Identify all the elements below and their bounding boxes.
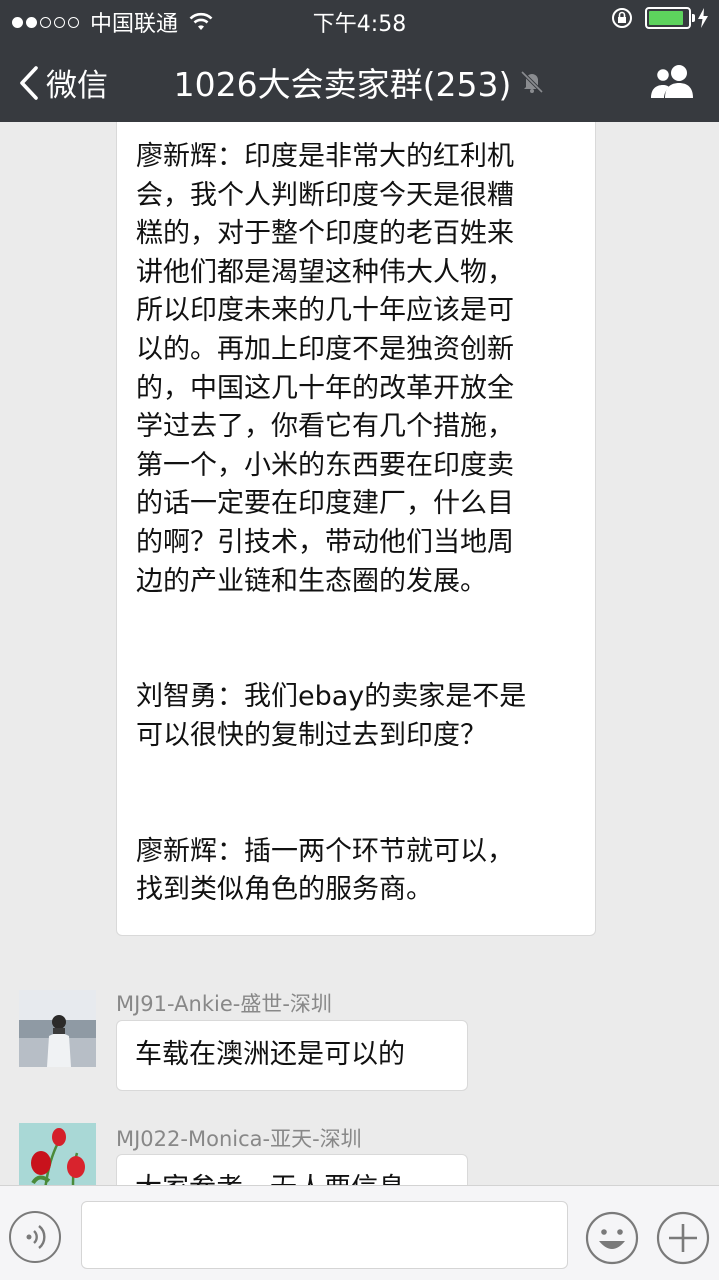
status-right [611,7,709,29]
sender-name: MJ022-Monica-亚天-深圳 [116,1127,362,1151]
input-bar [0,1185,719,1280]
message-bubble[interactable]: 车载在澳洲还是可以的 [116,1020,468,1091]
nav-bar: 微信 1026大会卖家群(253) [0,40,719,122]
charging-bolt-icon [698,8,708,28]
avatar[interactable] [19,990,96,1067]
chat-title: 1026大会卖家群(253) [173,65,512,104]
message-input[interactable] [81,1201,568,1269]
avatar-photo [19,990,96,1067]
plus-icon[interactable] [656,1211,710,1265]
battery-icon [645,7,695,29]
mute-bell-icon [521,70,544,94]
chat-title-area: 1026大会卖家群(253) [0,58,719,106]
battery-level [649,11,684,25]
voice-icon [26,1225,46,1249]
message-bubble[interactable]: 大家参考，无人要信息 [116,1154,468,1185]
emoji-icon[interactable] [585,1211,639,1265]
avatar[interactable] [19,1123,96,1185]
voice-button[interactable] [9,1211,61,1263]
avatar-photo [19,1123,96,1185]
sender-name: MJ91-Ankie-盛世-深圳 [116,992,332,1016]
chat-messages[interactable]: 廖新辉：印度是非常大的红利机 会，我个人判断印度今天是很糟 糕的，对于整个印度的… [0,122,719,1185]
group-members-icon[interactable] [649,62,697,100]
rotation-lock-icon [612,8,632,28]
message-bubble[interactable]: 廖新辉：印度是非常大的红利机 会，我个人判断印度今天是很糟 糕的，对于整个印度的… [116,122,596,936]
status-bar: 中国联通 下午4:58 [0,0,719,40]
